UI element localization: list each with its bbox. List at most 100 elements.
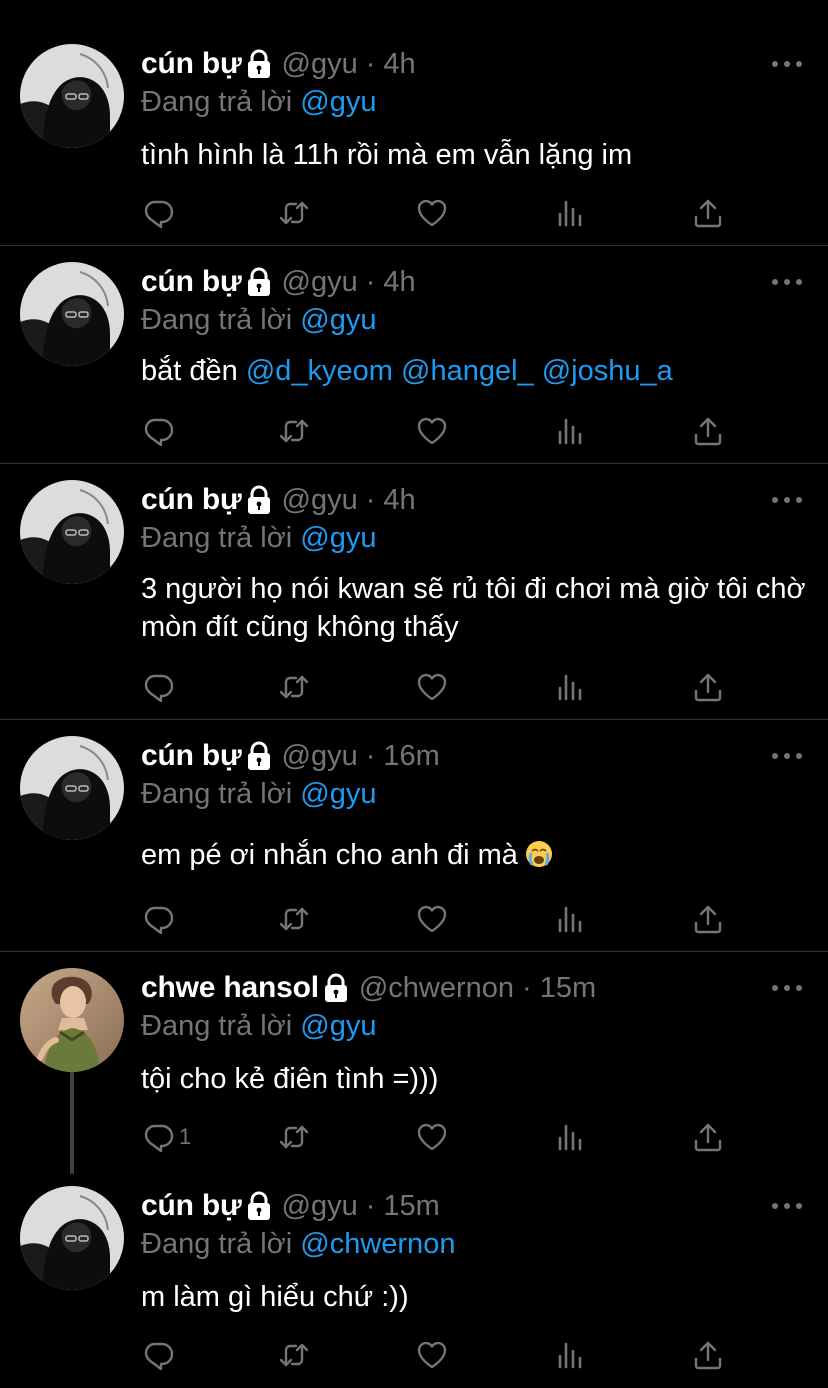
retweet-button[interactable] xyxy=(277,1335,311,1375)
replying-to: Đang trả lời @gyu xyxy=(141,304,376,337)
tweet-divider xyxy=(0,719,828,720)
analytics-button[interactable] xyxy=(553,899,587,939)
replying-to-label: Đang trả lời xyxy=(141,522,293,554)
like-button[interactable] xyxy=(415,1335,449,1375)
text-segment: tình hình là 11h rồi mà em vẫn lặng im xyxy=(141,139,633,171)
tweet-divider xyxy=(0,245,828,246)
display-name[interactable]: cún bự xyxy=(141,483,242,517)
more-icon[interactable] xyxy=(772,750,802,762)
display-name[interactable]: cún bự xyxy=(141,739,242,773)
share-icon xyxy=(691,196,725,230)
retweet-button[interactable] xyxy=(277,411,311,451)
tweet-text: 3 người họ nói kwan sẽ rủ tôi đi chơi mà… xyxy=(141,570,809,646)
avatar[interactable] xyxy=(20,44,124,148)
user-handle[interactable]: @gyu xyxy=(282,1190,358,1223)
user-handle[interactable]: @gyu xyxy=(282,740,358,773)
analytics-button[interactable] xyxy=(553,667,587,707)
tweet-text: bắt đền @d_kyeom @hangel_ @joshu_a xyxy=(141,352,809,390)
display-name[interactable]: cún bự xyxy=(141,1189,242,1223)
tweet-header: chwe hansol @chwernon · 15m xyxy=(141,968,596,1008)
display-name[interactable]: cún bự xyxy=(141,47,242,81)
analytics-button[interactable] xyxy=(553,193,587,233)
share-button[interactable] xyxy=(691,899,725,939)
user-handle[interactable]: @gyu xyxy=(282,48,358,81)
like-button[interactable] xyxy=(415,193,449,233)
analytics-button[interactable] xyxy=(553,1335,587,1375)
share-button[interactable] xyxy=(691,667,725,707)
retweet-button[interactable] xyxy=(277,667,311,707)
tweet-header: cún bự @gyu · 4h xyxy=(141,44,416,84)
like-button[interactable] xyxy=(415,1117,449,1157)
analytics-button[interactable] xyxy=(553,411,587,451)
analytics-icon xyxy=(553,1338,587,1372)
replying-to: Đang trả lời @gyu xyxy=(141,1010,376,1043)
replying-to-mention[interactable]: @gyu xyxy=(300,778,376,810)
avatar[interactable] xyxy=(20,968,124,1072)
timestamp[interactable]: 4h xyxy=(383,484,415,517)
text-segment: 3 người họ nói kwan sẽ rủ tôi đi chơi mà… xyxy=(141,573,806,643)
replying-to: Đang trả lời @gyu xyxy=(141,522,376,555)
replying-to-mention[interactable]: @gyu xyxy=(300,522,376,554)
replying-to-mention[interactable]: @gyu xyxy=(300,86,376,118)
analytics-icon xyxy=(553,670,587,704)
reply-button[interactable] xyxy=(141,667,175,707)
analytics-button[interactable] xyxy=(553,1117,587,1157)
display-name[interactable]: chwe hansol xyxy=(141,971,319,1005)
reply-button[interactable] xyxy=(141,1335,175,1375)
replying-to-mention[interactable]: @chwernon xyxy=(300,1228,455,1260)
lock-icon xyxy=(246,485,272,515)
timestamp[interactable]: 15m xyxy=(383,1190,439,1223)
analytics-icon xyxy=(553,414,587,448)
analytics-icon xyxy=(553,1120,587,1154)
retweet-button[interactable] xyxy=(277,1117,311,1157)
thread-connector-line xyxy=(70,1072,74,1174)
tweet-actions xyxy=(141,899,741,939)
retweet-button[interactable] xyxy=(277,899,311,939)
replying-to-mention[interactable]: @gyu xyxy=(300,1010,376,1042)
share-button[interactable] xyxy=(691,1335,725,1375)
mention-link[interactable]: @joshu_a xyxy=(542,355,673,387)
timestamp[interactable]: 15m xyxy=(540,972,596,1005)
reply-icon xyxy=(141,1120,175,1154)
timestamp[interactable]: 4h xyxy=(383,266,415,299)
more-icon[interactable] xyxy=(772,1200,802,1212)
avatar[interactable] xyxy=(20,736,124,840)
replying-to-mention[interactable]: @gyu xyxy=(300,304,376,336)
timestamp[interactable]: 16m xyxy=(383,740,439,773)
mention-link[interactable]: @d_kyeom xyxy=(246,355,393,387)
like-button[interactable] xyxy=(415,899,449,939)
more-icon[interactable] xyxy=(772,276,802,288)
timestamp[interactable]: 4h xyxy=(383,48,415,81)
reply-button[interactable] xyxy=(141,193,175,233)
like-button[interactable] xyxy=(415,667,449,707)
share-button[interactable] xyxy=(691,193,725,233)
more-icon[interactable] xyxy=(772,494,802,506)
share-icon xyxy=(691,902,725,936)
reply-button[interactable] xyxy=(141,899,175,939)
share-icon xyxy=(691,414,725,448)
more-icon[interactable] xyxy=(772,982,802,994)
retweet-icon xyxy=(277,196,311,230)
share-button[interactable] xyxy=(691,1117,725,1157)
retweet-icon xyxy=(277,1338,311,1372)
share-icon xyxy=(691,1120,725,1154)
more-icon[interactable] xyxy=(772,58,802,70)
like-icon xyxy=(415,196,449,230)
replying-to: Đang trả lời @gyu xyxy=(141,778,376,811)
share-button[interactable] xyxy=(691,411,725,451)
avatar[interactable] xyxy=(20,480,124,584)
reply-button[interactable] xyxy=(141,411,175,451)
user-handle[interactable]: @chwernon xyxy=(359,972,514,1005)
reply-button[interactable]: 1 xyxy=(141,1117,191,1157)
retweet-button[interactable] xyxy=(277,193,311,233)
replying-to: Đang trả lời @chwernon xyxy=(141,1228,455,1261)
like-button[interactable] xyxy=(415,411,449,451)
display-name[interactable]: cún bự xyxy=(141,265,242,299)
avatar[interactable] xyxy=(20,262,124,366)
mention-link[interactable]: @hangel_ xyxy=(401,355,534,387)
separator-dot: · xyxy=(365,739,376,772)
user-handle[interactable]: @gyu xyxy=(282,266,358,299)
user-handle[interactable]: @gyu xyxy=(282,484,358,517)
avatar[interactable] xyxy=(20,1186,124,1290)
retweet-icon xyxy=(277,414,311,448)
